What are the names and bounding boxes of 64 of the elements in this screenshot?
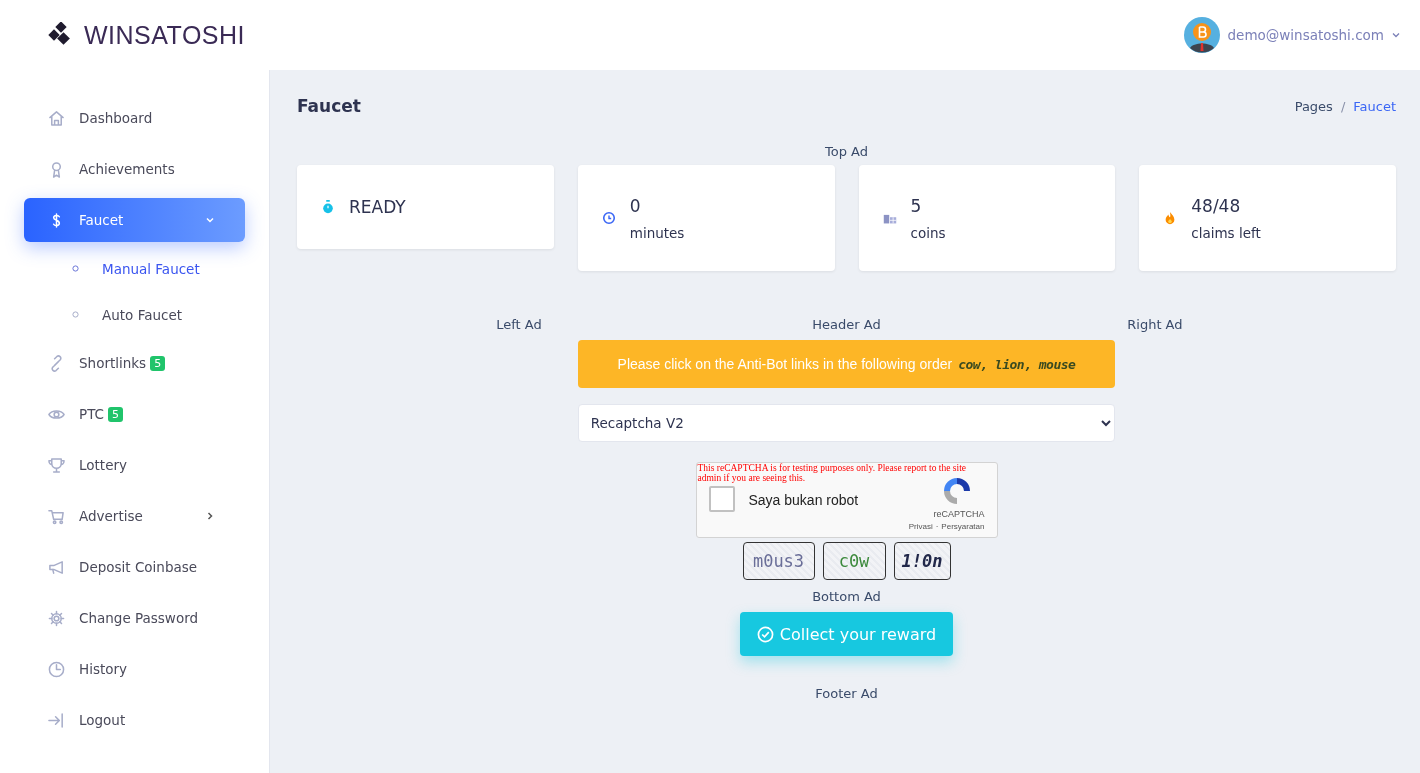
stat-caption: minutes	[629, 224, 685, 241]
stat-value: 0	[629, 195, 642, 216]
terms-link[interactable]: Persyaratan	[941, 522, 985, 531]
avatar-icon	[1183, 17, 1220, 53]
cart-icon	[48, 507, 65, 525]
antibot-link[interactable]: m0us3	[742, 542, 815, 580]
sidebar-item[interactable]: Lottery	[24, 443, 245, 487]
sidebar-item[interactable]: Achievements	[24, 147, 245, 191]
stat-value: 48/48	[1191, 195, 1242, 216]
gear-icon	[48, 609, 65, 627]
link-separator: ·	[935, 522, 939, 531]
submenu-item[interactable]: Manual Faucet	[24, 249, 245, 288]
antibot-link[interactable]: c0w	[822, 542, 886, 580]
stat-caption: claims left	[1191, 224, 1261, 241]
ad-slot-label: Top Ad	[824, 144, 869, 159]
clock-icon	[48, 660, 65, 678]
trophy-icon	[48, 456, 65, 474]
submenu-item[interactable]: Auto Faucet	[24, 295, 245, 334]
chevron-icon	[205, 215, 215, 225]
page-title: Faucet	[297, 96, 361, 116]
chevron-icon	[205, 511, 215, 521]
recaptcha-brand: reCAPTCHA	[933, 509, 985, 519]
sidebar-item[interactable]: Deposit Coinbase	[24, 545, 245, 589]
count-badge: 5	[150, 355, 166, 371]
stat-value: READY	[349, 197, 406, 217]
brand-name: WINSATOSHI	[84, 20, 246, 50]
sidebar-item[interactable]: Change Password	[24, 596, 245, 640]
count-badge: 5	[108, 406, 124, 422]
check-circle-icon	[756, 625, 774, 643]
stopwatch-icon	[321, 200, 335, 214]
sidebar-item[interactable]: Shortlinks 5	[24, 341, 245, 385]
sidebar-item[interactable]: Advertise	[24, 494, 245, 538]
caret-icon[interactable]	[1392, 32, 1400, 38]
alert-message: Please click on the Anti-Bot links in the following order	[617, 356, 953, 372]
ad-slot-label: Left Ad	[496, 317, 542, 332]
stat-value: 5	[910, 195, 923, 216]
antibot-order: cow, lion, mouse	[958, 356, 1076, 372]
house-icon	[48, 109, 65, 127]
link-icon	[48, 354, 65, 372]
recaptcha-warning: This reCAPTCHA is for testing purposes only. Please report to the site admin if you are seeing this.	[697, 463, 968, 483]
ad-slot-label: Bottom Ad	[812, 589, 881, 604]
sidebar-item[interactable]: PTC 5	[24, 392, 245, 436]
sidebar-item[interactable]: Logout	[24, 698, 245, 742]
sidebar-item[interactable]: History	[24, 647, 245, 691]
recaptcha-label: Saya bukan robot	[748, 492, 859, 508]
antibot-link[interactable]: 1!0n	[893, 542, 951, 580]
sidebar-item[interactable]: Dashboard	[24, 96, 245, 140]
sidebar-item[interactable]: Faucet	[24, 198, 245, 242]
ad-slot-label: Footer Ad	[815, 686, 878, 701]
logout-icon	[48, 711, 65, 729]
bullet-icon	[72, 265, 79, 272]
user-email[interactable]: demo@winsatoshi.com	[1227, 27, 1384, 43]
breadcrumb-separator: /	[1340, 98, 1346, 114]
clock-icon	[601, 211, 616, 225]
ad-slot-label: Right Ad	[1127, 317, 1183, 332]
ad-slot-label: Header Ad	[811, 317, 882, 332]
privacy-link[interactable]: Privasi	[908, 522, 933, 531]
bullet-icon	[72, 311, 79, 318]
megaphone-icon	[48, 558, 65, 576]
stat-caption: coins	[910, 224, 946, 241]
captcha-select[interactable]: Recaptcha V2	[577, 404, 1116, 442]
breadcrumb-link[interactable]: Pages	[1294, 98, 1333, 114]
breadcrumb-link[interactable]: Faucet	[1353, 98, 1396, 114]
recaptcha-checkbox[interactable]	[708, 486, 735, 512]
